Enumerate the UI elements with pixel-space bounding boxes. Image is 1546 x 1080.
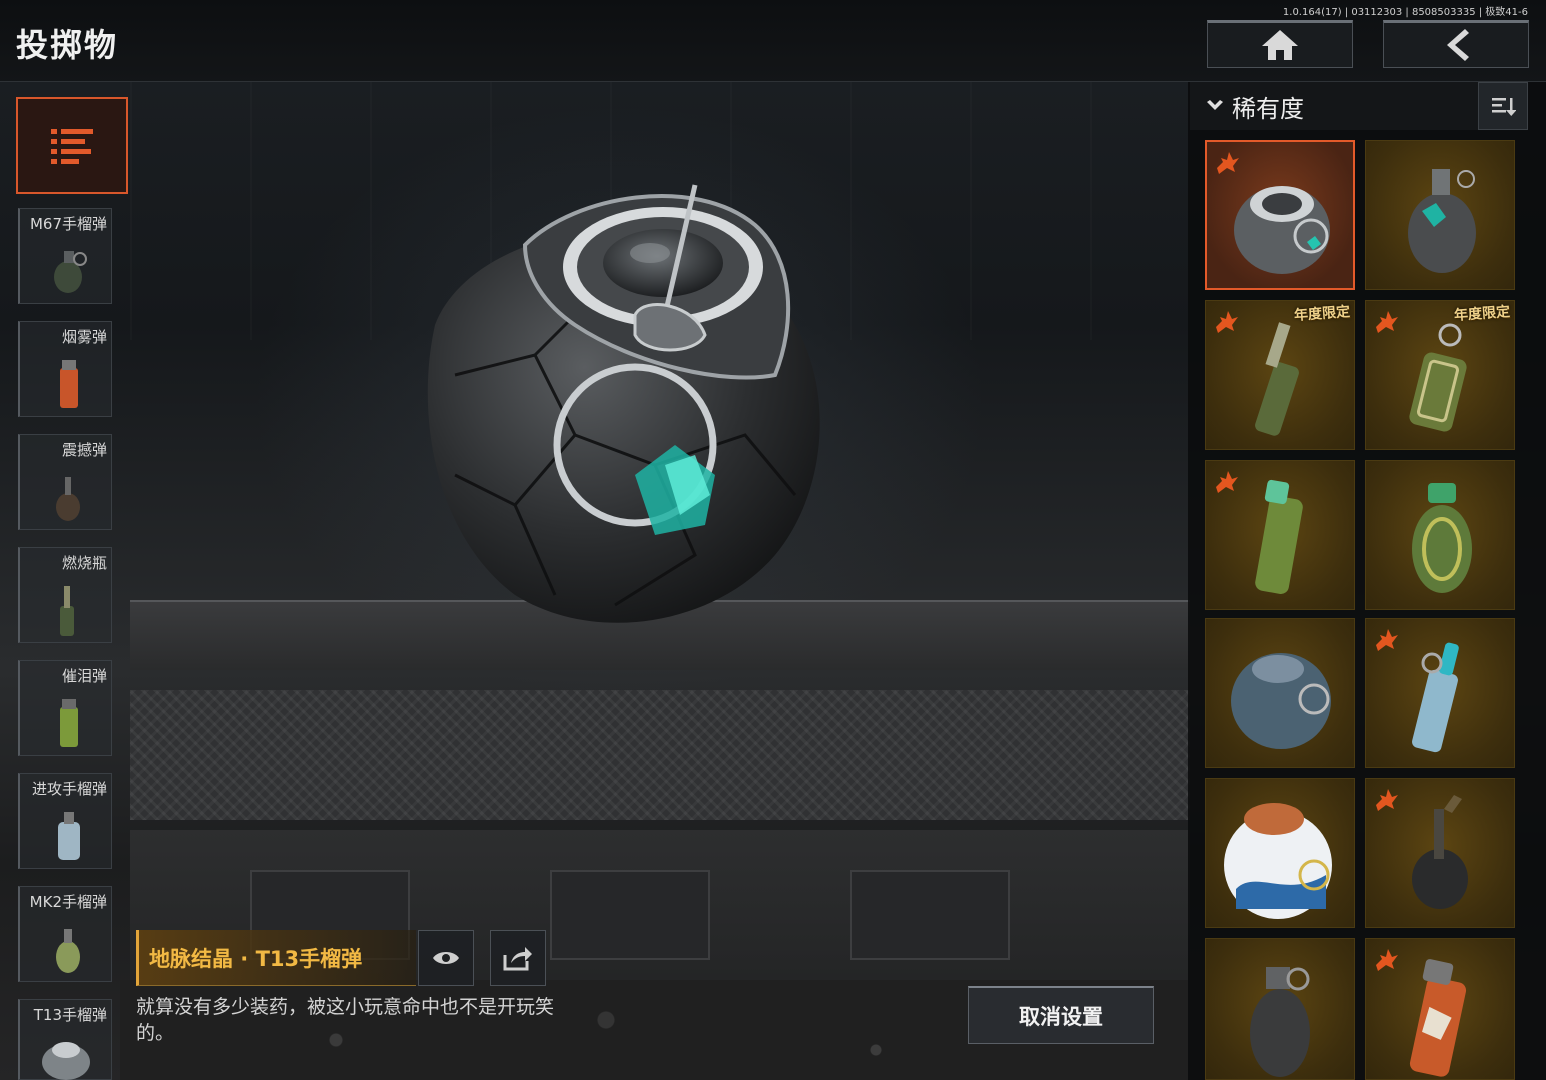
skin-cell[interactable]: 年度限定 bbox=[1205, 300, 1355, 450]
t13-grenade-thumbnail bbox=[42, 1042, 90, 1080]
category-tear-gas[interactable]: 催泪弹 bbox=[18, 660, 112, 756]
category-label: T13手榴弹 bbox=[33, 1006, 107, 1024]
skin-cell[interactable] bbox=[1205, 460, 1355, 610]
share-button[interactable] bbox=[490, 930, 546, 986]
scene-slot bbox=[850, 870, 1010, 960]
skin-cell[interactable] bbox=[1365, 140, 1515, 290]
skin-cell[interactable] bbox=[1365, 460, 1515, 610]
page-title: 投掷物 bbox=[16, 26, 119, 64]
list-icon bbox=[51, 128, 93, 164]
molotov-thumbnail bbox=[60, 586, 74, 636]
category-mk2[interactable]: MK2手榴弹 bbox=[18, 886, 112, 982]
category-offensive[interactable]: 进攻手榴弹 bbox=[18, 773, 112, 869]
featured-item-name: 地脉结晶 · T13手榴弹 bbox=[149, 946, 363, 971]
category-label: 燃烧瓶 bbox=[61, 554, 107, 572]
category-label: MK2手榴弹 bbox=[29, 893, 107, 911]
category-label: M67手榴弹 bbox=[29, 215, 107, 233]
chevron-down-icon bbox=[1207, 100, 1223, 110]
featured-item-description: 就算没有多少装药，被这小玩意命中也不是开玩笑的。 bbox=[136, 996, 555, 1044]
preview-button[interactable] bbox=[418, 930, 474, 986]
rarity-sort-dropdown[interactable]: 稀有度 bbox=[1190, 82, 1480, 130]
tear-gas-thumbnail bbox=[60, 699, 78, 747]
category-smoke[interactable]: 烟雾弹 bbox=[18, 321, 112, 417]
skin-cell[interactable] bbox=[1365, 778, 1515, 928]
flame-icon bbox=[1216, 311, 1238, 333]
skin-cell[interactable]: 年度限定 bbox=[1365, 300, 1515, 450]
category-label: 进攻手榴弹 bbox=[31, 780, 107, 798]
flame-icon bbox=[1376, 789, 1398, 811]
top-bar: 投掷物 1.0.164(17) | 03112303 | 8508503335 … bbox=[0, 0, 1546, 82]
sort-icon bbox=[1492, 98, 1516, 116]
skin-thumbnail bbox=[1224, 803, 1332, 919]
skin-cell[interactable] bbox=[1365, 938, 1515, 1080]
filter-menu-button[interactable] bbox=[16, 97, 128, 194]
skin-thumbnail bbox=[1408, 169, 1476, 273]
offensive-grenade-thumbnail bbox=[58, 812, 80, 860]
skin-thumbnail bbox=[1250, 967, 1310, 1077]
skin-cell[interactable] bbox=[1205, 618, 1355, 768]
grenade-thumbnail bbox=[54, 251, 87, 293]
limited-badge: 年度限定 bbox=[1293, 304, 1351, 324]
skin-cell[interactable] bbox=[1365, 618, 1515, 768]
sort-order-button[interactable] bbox=[1478, 82, 1528, 130]
category-molotov[interactable]: 燃烧瓶 bbox=[18, 547, 112, 643]
stun-grenade-thumbnail bbox=[56, 477, 80, 521]
eye-icon bbox=[433, 952, 459, 964]
featured-item-name-box: 地脉结晶 · T13手榴弹 bbox=[136, 930, 416, 986]
home-button[interactable] bbox=[1207, 20, 1353, 68]
flame-icon bbox=[1376, 311, 1398, 333]
mk2-grenade-thumbnail bbox=[56, 929, 80, 973]
skin-thumbnail bbox=[1412, 483, 1472, 593]
category-m67[interactable]: M67手榴弹 bbox=[18, 208, 112, 304]
version-label: 1.0.164(17) | 03112303 | 8508503335 | 极致… bbox=[1282, 7, 1528, 18]
skin-cell[interactable] bbox=[1205, 778, 1355, 928]
back-arrow-icon bbox=[1447, 29, 1469, 61]
category-label: 震撼弹 bbox=[61, 441, 107, 459]
smoke-grenade-thumbnail bbox=[60, 360, 78, 408]
flame-icon bbox=[1376, 629, 1398, 651]
home-icon bbox=[1262, 30, 1298, 60]
back-button[interactable] bbox=[1383, 20, 1529, 68]
skin-cell[interactable] bbox=[1205, 140, 1355, 290]
category-label: 催泪弹 bbox=[61, 667, 107, 685]
skin-cell[interactable] bbox=[1205, 938, 1355, 1080]
flame-icon bbox=[1216, 471, 1238, 493]
skin-thumbnail bbox=[1231, 653, 1331, 749]
limited-badge: 年度限定 bbox=[1453, 304, 1511, 324]
share-icon bbox=[503, 947, 532, 971]
scene-slot bbox=[550, 870, 710, 960]
category-t13[interactable]: T13手榴弹 bbox=[18, 999, 112, 1080]
cancel-setting-button[interactable]: 取消设置 bbox=[968, 986, 1154, 1044]
sort-label: 稀有度 bbox=[1232, 94, 1304, 123]
category-label: 烟雾弹 bbox=[61, 328, 107, 346]
featured-item-render bbox=[427, 184, 820, 623]
category-stun[interactable]: 震撼弹 bbox=[18, 434, 112, 530]
scene-mesh bbox=[130, 690, 1190, 820]
flame-icon bbox=[1376, 949, 1398, 971]
flame-icon bbox=[1217, 152, 1239, 174]
